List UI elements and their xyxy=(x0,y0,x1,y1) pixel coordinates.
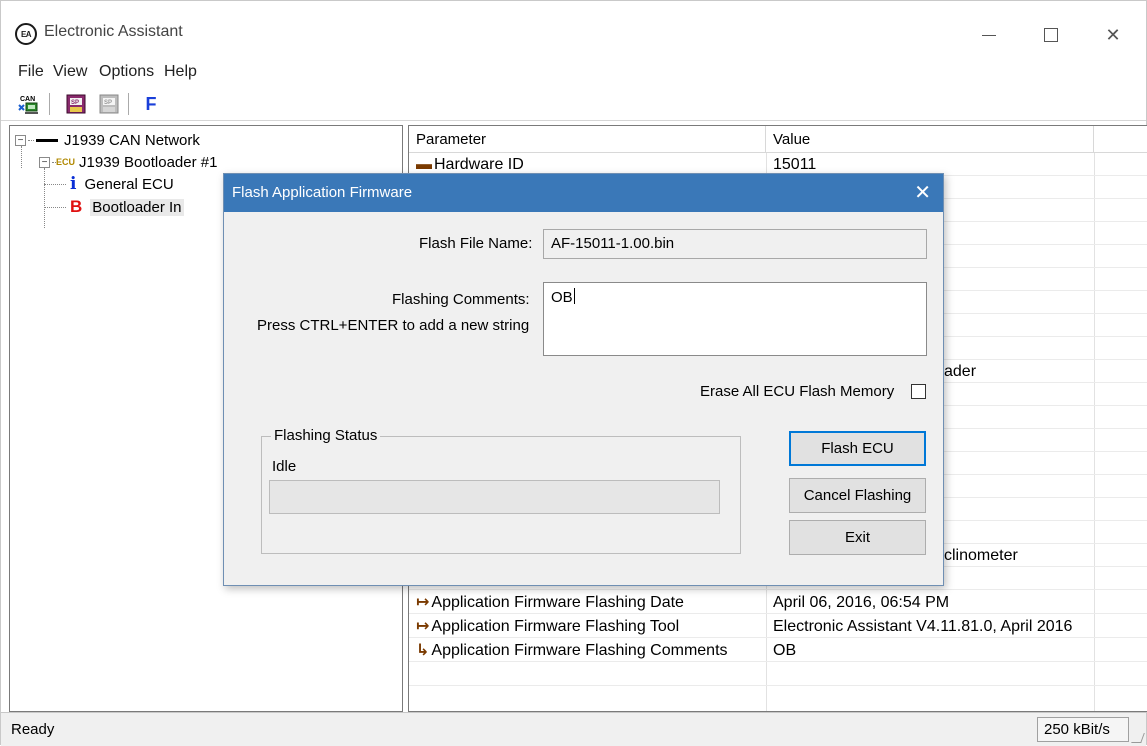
column-header-value[interactable]: Value xyxy=(766,126,1094,153)
menu-view[interactable]: View xyxy=(53,63,87,81)
table-row[interactable]: ↳ Application Firmware Flashing Comments … xyxy=(409,640,1147,662)
collapse-icon[interactable]: − xyxy=(39,156,50,168)
tree-node-bootloader-info[interactable]: B Bootloader In xyxy=(44,196,184,218)
tree-branch-arrow-icon: ↦ xyxy=(416,594,430,611)
collapse-icon[interactable]: − xyxy=(15,134,26,146)
close-button[interactable]: ✕ xyxy=(1091,15,1135,55)
flash-firmware-dialog: Flash Application Firmware ✕ Flash File … xyxy=(223,173,944,586)
tree-connector xyxy=(44,206,66,208)
flashing-comments-input[interactable]: OB xyxy=(543,282,927,356)
parameter-cell: ↳ Application Firmware Flashing Comments xyxy=(416,640,728,662)
column-header-parameter[interactable]: Parameter xyxy=(409,126,766,153)
flashing-status-group: Flashing Status Idle xyxy=(261,427,741,554)
value-cell: Electronic Assistant V4.11.81.0, April 2… xyxy=(773,618,1073,635)
tree-connector xyxy=(44,183,66,185)
minimize-button[interactable] xyxy=(967,15,1011,55)
exit-button[interactable]: Exit xyxy=(789,520,926,555)
baud-rate-indicator: 250 kBit/s xyxy=(1037,717,1129,742)
menu-file[interactable]: File xyxy=(18,63,44,81)
parameter-cell: ↦ Application Firmware Flashing Date xyxy=(416,592,684,614)
ecu-icon: ECU xyxy=(56,157,76,167)
dialog-close-icon[interactable]: ✕ xyxy=(914,180,931,205)
tree-label-bootloader-info: Bootloader In xyxy=(90,198,184,216)
minimize-icon xyxy=(982,34,996,36)
tree-label-general-ecu: General ECU xyxy=(84,175,174,193)
can-bus-icon xyxy=(36,138,58,142)
value-cell: April 06, 2016, 06:54 PM xyxy=(773,594,950,611)
cancel-flashing-button[interactable]: Cancel Flashing xyxy=(789,478,926,513)
flashing-comments-label: Flashing Comments: xyxy=(392,291,530,308)
setpoint-file-button[interactable]: SP xyxy=(63,92,89,116)
status-bar: Ready 250 kBit/s xyxy=(1,712,1146,746)
flash-file-field[interactable]: AF-15011-1.00.bin xyxy=(543,229,927,259)
table-row[interactable]: ↦ Application Firmware Flashing Date Apri… xyxy=(409,592,1147,614)
can-network-icon: CAN xyxy=(18,96,38,114)
value-cell-partial: ader xyxy=(944,363,977,380)
info-icon: i xyxy=(70,174,77,194)
maximize-icon xyxy=(1044,28,1058,42)
flash-ecu-button[interactable]: Flash ECU xyxy=(789,431,926,466)
flashing-status-title: Flashing Status xyxy=(271,427,381,444)
toolbar-separator xyxy=(49,93,50,115)
setpoint-save-button[interactable]: SP xyxy=(96,92,122,116)
table-row[interactable] xyxy=(409,664,1147,686)
erase-flash-label: Erase All ECU Flash Memory xyxy=(700,383,895,400)
menu-help[interactable]: Help xyxy=(164,63,197,81)
tree-node-can-network[interactable]: − J1939 CAN Network xyxy=(15,129,200,151)
toolbar: CAN SP SP F xyxy=(1,87,1146,121)
tree-connector xyxy=(28,139,34,141)
svg-text:CAN: CAN xyxy=(20,96,35,103)
column-header-empty[interactable] xyxy=(1094,126,1147,153)
value-cell-partial: clinometer xyxy=(944,547,1018,564)
setpoint-icon: SP xyxy=(66,94,86,114)
status-text: Ready xyxy=(11,721,55,738)
toolbar-separator xyxy=(128,93,129,115)
table-row[interactable]: ↦ Application Firmware Flashing Tool Elec… xyxy=(409,616,1147,638)
flash-file-label: Flash File Name: xyxy=(419,235,533,252)
flashing-progress-bar xyxy=(269,480,720,514)
text-caret xyxy=(573,288,575,304)
dialog-title-bar[interactable]: Flash Application Firmware ✕ xyxy=(224,174,943,212)
resize-grip-icon[interactable] xyxy=(1131,733,1145,743)
tree-node-general-ecu[interactable]: i General ECU xyxy=(44,173,174,195)
window-title: Electronic Assistant xyxy=(44,23,183,40)
can-connect-button[interactable]: CAN xyxy=(15,92,41,116)
value-cell: OB xyxy=(773,642,797,659)
maximize-button[interactable] xyxy=(1029,15,1073,55)
close-icon: ✕ xyxy=(1105,24,1121,45)
svg-text:SP: SP xyxy=(104,100,112,106)
erase-flash-checkbox[interactable] xyxy=(911,384,926,399)
tree-label-bootloader: J1939 Bootloader #1 xyxy=(79,153,218,171)
app-logo-icon: EA xyxy=(15,23,37,45)
svg-text:SP: SP xyxy=(71,100,79,106)
list-header: Parameter Value xyxy=(409,126,1147,153)
tree-label-can-network: J1939 CAN Network xyxy=(64,131,200,149)
main-window: EA Electronic Assistant ✕ File View Opti… xyxy=(0,0,1147,746)
title-bar: EA Electronic Assistant ✕ xyxy=(1,1,1146,59)
tree-branch-arrow-icon: ↦ xyxy=(416,618,430,635)
tree-branch-end-icon: ↳ xyxy=(416,642,430,659)
flashing-status-value: Idle xyxy=(272,458,297,475)
bootloader-icon: B xyxy=(70,197,83,216)
flash-f-icon: F xyxy=(145,93,157,114)
menu-options[interactable]: Options xyxy=(99,63,154,81)
setpoint-disabled-icon: SP xyxy=(99,94,119,114)
flash-firmware-button[interactable]: F xyxy=(138,92,164,116)
flashing-comments-hint: Press CTRL+ENTER to add a new string xyxy=(257,317,530,334)
parameter-cell: ↦ Application Firmware Flashing Tool xyxy=(416,616,679,638)
dialog-title: Flash Application Firmware xyxy=(232,184,413,201)
tree-node-bootloader[interactable]: − ECU J1939 Bootloader #1 xyxy=(39,151,217,173)
menu-bar: File View Options Help xyxy=(1,59,1146,87)
